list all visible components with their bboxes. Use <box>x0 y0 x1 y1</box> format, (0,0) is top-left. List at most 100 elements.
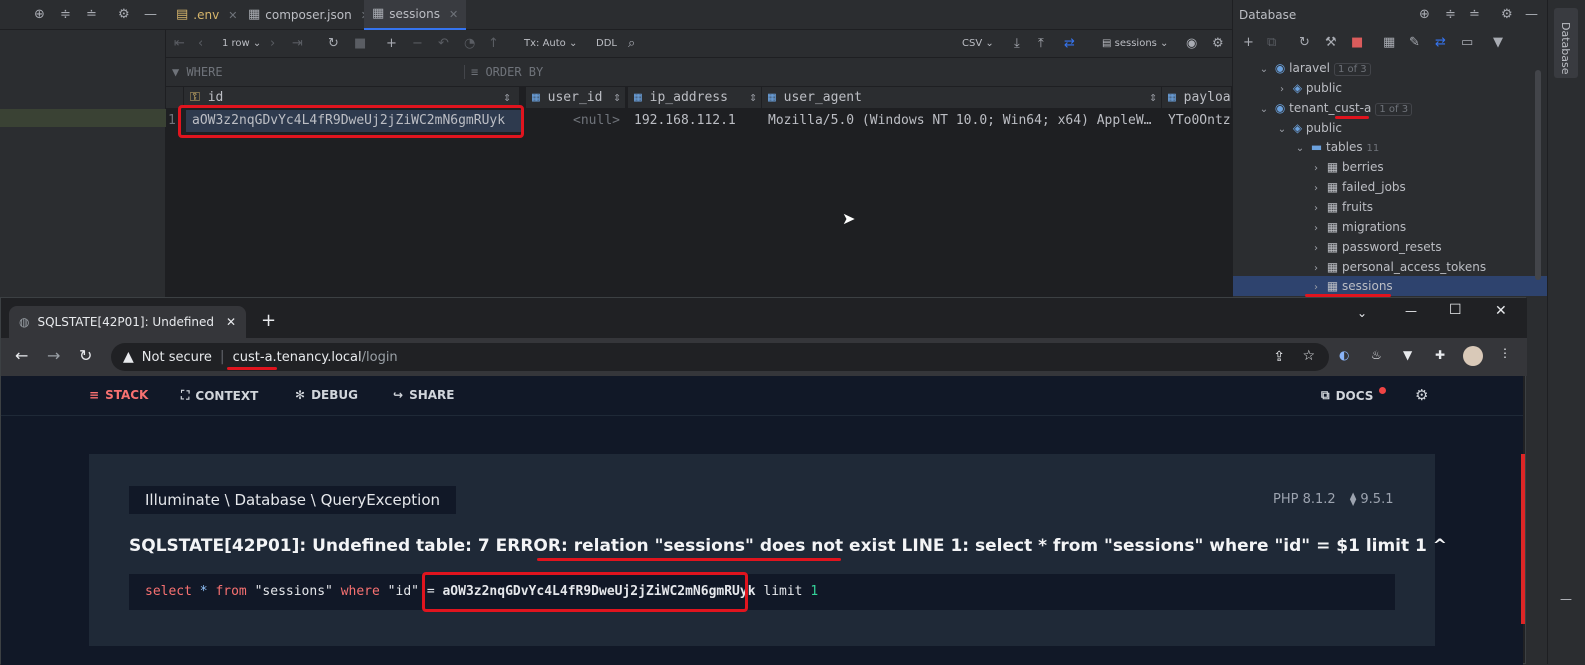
cell-user-id[interactable]: <null> <box>526 110 626 132</box>
cell-ip-address[interactable]: 192.168.112.1 <box>628 110 762 132</box>
close-tab-icon[interactable]: ✕ <box>226 315 236 329</box>
tree-node-failed-jobs[interactable]: › ▦ failed_jobs <box>1309 177 1406 197</box>
sort-icon[interactable]: ⇕ <box>1149 87 1157 108</box>
avatar[interactable] <box>1463 346 1483 366</box>
column-header-payload[interactable]: ▦ payloa <box>1162 87 1232 109</box>
page-scrollbar[interactable] <box>1521 454 1525 624</box>
minimize-window-icon[interactable]: — <box>1405 304 1417 318</box>
minimize-icon[interactable]: — <box>1525 8 1538 22</box>
search-icon[interactable]: ⌕ <box>628 37 635 51</box>
last-page-icon[interactable]: ⇥ <box>292 37 303 51</box>
add-icon[interactable]: + <box>1243 36 1254 50</box>
expand-all-icon[interactable]: ≑ <box>60 8 71 22</box>
nav-docs[interactable]: ⧉ DOCS <box>1321 387 1387 403</box>
reload-icon[interactable]: ↻ <box>79 346 92 365</box>
close-window-icon[interactable]: ✕ <box>1495 303 1507 319</box>
nav-context[interactable]: ⛶ CONTEXT <box>181 388 258 403</box>
tab-env[interactable]: ▤ .env ✕ <box>168 0 245 30</box>
copy-icon[interactable]: ⧉ <box>1267 36 1276 50</box>
upload-icon[interactable]: ⤒ <box>1038 37 1044 51</box>
minimize-icon[interactable]: — <box>144 8 157 22</box>
sort-icon[interactable]: ⇕ <box>613 87 621 108</box>
collapse-all-icon[interactable]: ≐ <box>1469 8 1480 22</box>
tree-node-password-resets[interactable]: › ▦ password_resets <box>1309 237 1442 257</box>
edit-icon[interactable]: ✎ <box>1409 36 1420 50</box>
next-page-icon[interactable]: › <box>270 37 275 51</box>
gear-icon[interactable]: ⚙ <box>118 8 130 22</box>
cell-payload[interactable]: YTo0Ontz <box>1162 110 1232 132</box>
tree-node-tenant-cust-a[interactable]: ⌄ ◉ tenant_cust-a 1 of 3 <box>1257 98 1413 118</box>
add-row-icon[interactable]: + <box>386 37 397 51</box>
settings-icon[interactable]: ⚙ <box>1212 37 1224 51</box>
rows-selector[interactable]: 1 row ⌄ <box>222 38 261 49</box>
tree-node-public[interactable]: ⌄ ◈ public <box>1275 118 1342 138</box>
column-header-user-agent[interactable]: ▦ user_agent ⇕ <box>762 87 1162 109</box>
new-tab-icon[interactable]: + <box>261 310 276 331</box>
expand-all-icon[interactable]: ≑ <box>1445 8 1456 22</box>
tab-sessions[interactable]: ▦ sessions ✕ <box>364 0 467 30</box>
compare-icon[interactable]: ⇄ <box>1064 37 1075 51</box>
tree-node-berries[interactable]: › ▦ berries <box>1309 157 1384 177</box>
tree-node-personal-access-tokens[interactable]: › ▦ personal_access_tokens <box>1309 257 1486 277</box>
revert-icon[interactable]: ↶ <box>438 37 449 51</box>
tree-node-laravel[interactable]: ⌄ ◉ laravel 1 of 3 <box>1257 58 1371 78</box>
target-icon[interactable]: ⊕ <box>34 8 45 22</box>
cell-user-agent[interactable]: Mozilla/5.0 (Windows NT 10.0; Win64; x64… <box>762 110 1162 132</box>
view-icon[interactable]: ◉ <box>1186 37 1197 51</box>
target-icon[interactable]: ⊕ <box>1419 8 1430 22</box>
compare-icon[interactable]: ⇄ <box>1435 36 1446 50</box>
tree-node-public[interactable]: › ◈ public <box>1275 78 1342 98</box>
gear-icon[interactable]: ⚙ <box>1501 8 1513 22</box>
forward-icon[interactable]: → <box>47 346 60 365</box>
refresh-icon[interactable]: ↻ <box>328 37 339 51</box>
sort-icon[interactable]: ⇕ <box>749 87 757 108</box>
share-icon[interactable]: ⇪ <box>1273 349 1285 365</box>
close-icon[interactable]: ✕ <box>228 9 237 22</box>
flame-extension-icon[interactable]: ♨ <box>1371 348 1382 362</box>
settings-gear-icon[interactable]: ⚙ <box>1415 386 1428 404</box>
table-view-icon[interactable]: ▦ <box>1383 36 1395 50</box>
address-bar[interactable]: ▲ Not secure | cust-a.tenancy.local/logi… <box>111 343 1329 371</box>
filter-icon[interactable]: ▼ <box>1493 36 1503 50</box>
tree-node-tables[interactable]: ⌄ ▬ tables 11 <box>1293 137 1379 157</box>
tree-node-migrations[interactable]: › ▦ migrations <box>1309 217 1406 237</box>
schema-icon[interactable]: ⚒ <box>1325 36 1337 50</box>
nav-debug[interactable]: ✻ DEBUG <box>295 388 358 402</box>
back-icon[interactable]: ← <box>15 346 28 365</box>
close-icon[interactable]: ✕ <box>449 8 458 21</box>
column-header-user-id[interactable]: ▦ user_id ⇕ <box>526 87 626 109</box>
prev-page-icon[interactable]: ‹ <box>198 37 203 51</box>
tree-node-fruits[interactable]: › ▦ fruits <box>1309 197 1373 217</box>
nav-stack[interactable]: ≡ STACK <box>89 388 148 402</box>
datasource-selector[interactable]: ▤ sessions ⌄ <box>1102 38 1168 49</box>
tree-node-sessions[interactable]: › ▦ sessions <box>1309 276 1393 296</box>
browser-tab[interactable]: ◍ SQLSTATE[42P01]: Undefined tab ✕ <box>9 306 246 338</box>
stop-icon[interactable]: ■ <box>354 37 366 51</box>
ddl-button[interactable]: DDL <box>596 38 617 49</box>
tab-search-icon[interactable]: ⌄ <box>1357 306 1367 320</box>
where-filter[interactable]: ▼ WHERE <box>172 65 223 79</box>
minimize-icon[interactable]: — <box>1560 592 1572 606</box>
stop-icon[interactable]: ■ <box>1351 36 1363 50</box>
first-page-icon[interactable]: ⇤ <box>174 37 185 51</box>
submit-icon[interactable]: ↑ <box>488 37 499 51</box>
tx-mode-selector[interactable]: Tx: Auto ⌄ <box>524 38 577 49</box>
database-tool-button[interactable]: Database <box>1554 8 1578 78</box>
menu-icon[interactable]: ⋮ <box>1499 346 1511 360</box>
collapse-all-icon[interactable]: ≐ <box>86 8 97 22</box>
scrollbar[interactable] <box>1535 70 1541 280</box>
tab-composer-json[interactable]: ▦ composer.json ✕ <box>240 0 378 30</box>
maximize-window-icon[interactable]: ☐ <box>1449 302 1462 318</box>
console-icon[interactable]: ▭ <box>1461 36 1473 50</box>
nav-share[interactable]: ↪ SHARE <box>393 388 454 402</box>
extension-icon[interactable]: ◐ <box>1339 348 1349 362</box>
vue-extension-icon[interactable]: ▼ <box>1403 348 1412 362</box>
puzzle-icon[interactable]: ✚ <box>1435 348 1445 362</box>
export-format-selector[interactable]: CSV ⌄ <box>962 38 994 49</box>
column-header-ip-address[interactable]: ▦ ip_address ⇕ <box>628 87 762 109</box>
refresh-icon[interactable]: ↻ <box>1299 36 1310 50</box>
delete-row-icon[interactable]: − <box>412 37 423 51</box>
download-icon[interactable]: ⤓ <box>1014 37 1020 51</box>
order-by-filter[interactable]: ≡ ORDER BY <box>464 65 543 79</box>
bookmark-star-icon[interactable]: ☆ <box>1302 348 1315 364</box>
